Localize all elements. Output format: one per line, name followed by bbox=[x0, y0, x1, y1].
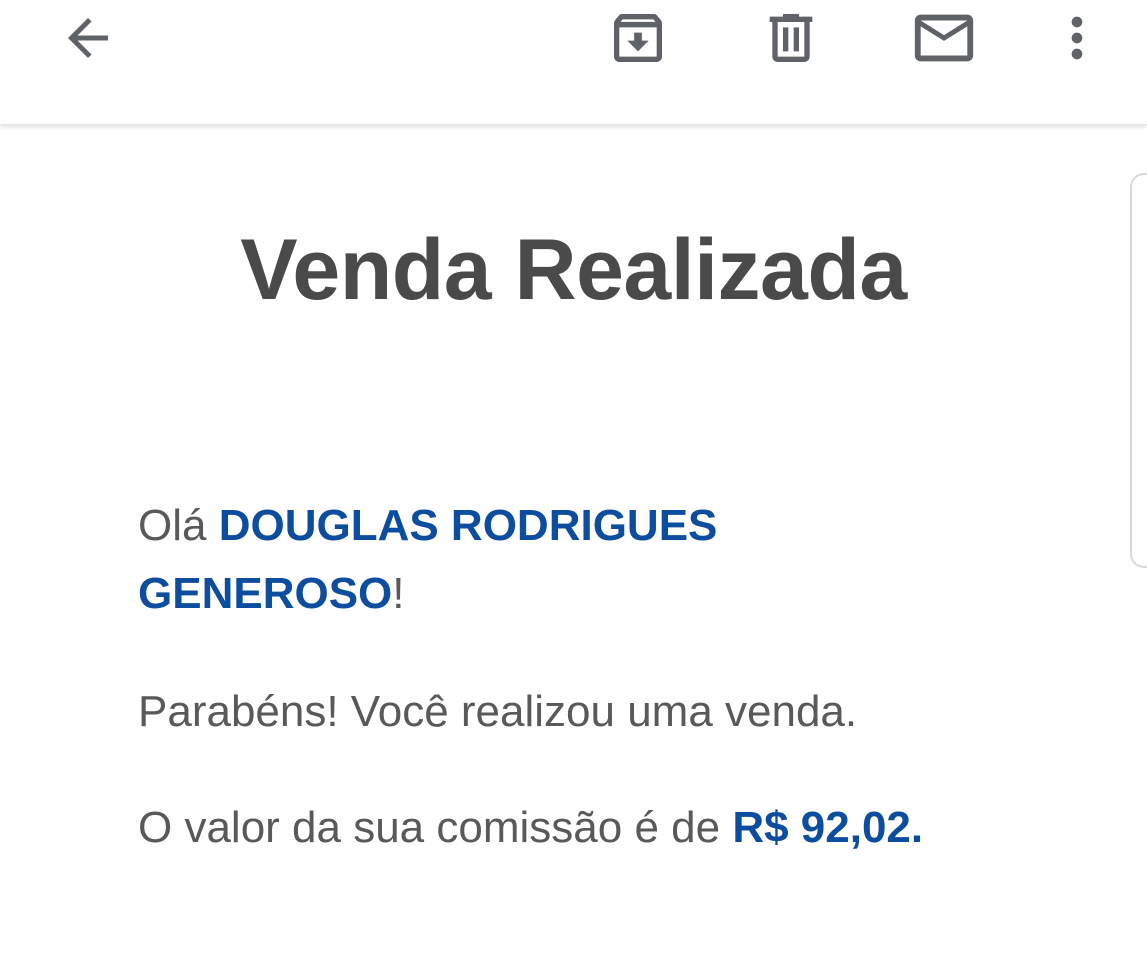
email-title: Venda Realizada bbox=[240, 222, 907, 318]
more-vert-icon bbox=[1071, 16, 1083, 60]
mark-unread-button[interactable] bbox=[908, 2, 980, 74]
more-options-button[interactable] bbox=[1041, 2, 1113, 74]
trash-icon bbox=[769, 14, 813, 62]
archive-icon bbox=[614, 14, 662, 62]
congrats-paragraph: Parabéns! Você realizou uma venda. bbox=[138, 687, 858, 736]
email-body: Venda Realizada Olá DOUGLAS RODRIGUES GE… bbox=[0, 126, 1147, 960]
back-button[interactable] bbox=[52, 2, 124, 74]
arrow-left-icon bbox=[68, 18, 108, 58]
greeting-paragraph: Olá DOUGLAS RODRIGUES GENEROSO! bbox=[138, 492, 978, 628]
greeting-prefix: Olá bbox=[138, 501, 219, 550]
archive-button[interactable] bbox=[602, 2, 674, 74]
email-view: Venda Realizada Olá DOUGLAS RODRIGUES GE… bbox=[0, 0, 1147, 960]
commission-prefix: O valor da sua comissão é de bbox=[138, 803, 733, 852]
delete-button[interactable] bbox=[755, 2, 827, 74]
commission-paragraph: O valor da sua comissão é de R$ 92,02. bbox=[138, 794, 978, 862]
greeting-suffix: ! bbox=[392, 569, 405, 618]
mail-icon bbox=[914, 14, 974, 62]
recipient-name: DOUGLAS RODRIGUES GENEROSO bbox=[138, 501, 718, 618]
commission-amount: R$ 92,02. bbox=[732, 803, 924, 852]
email-toolbar bbox=[0, 0, 1147, 125]
